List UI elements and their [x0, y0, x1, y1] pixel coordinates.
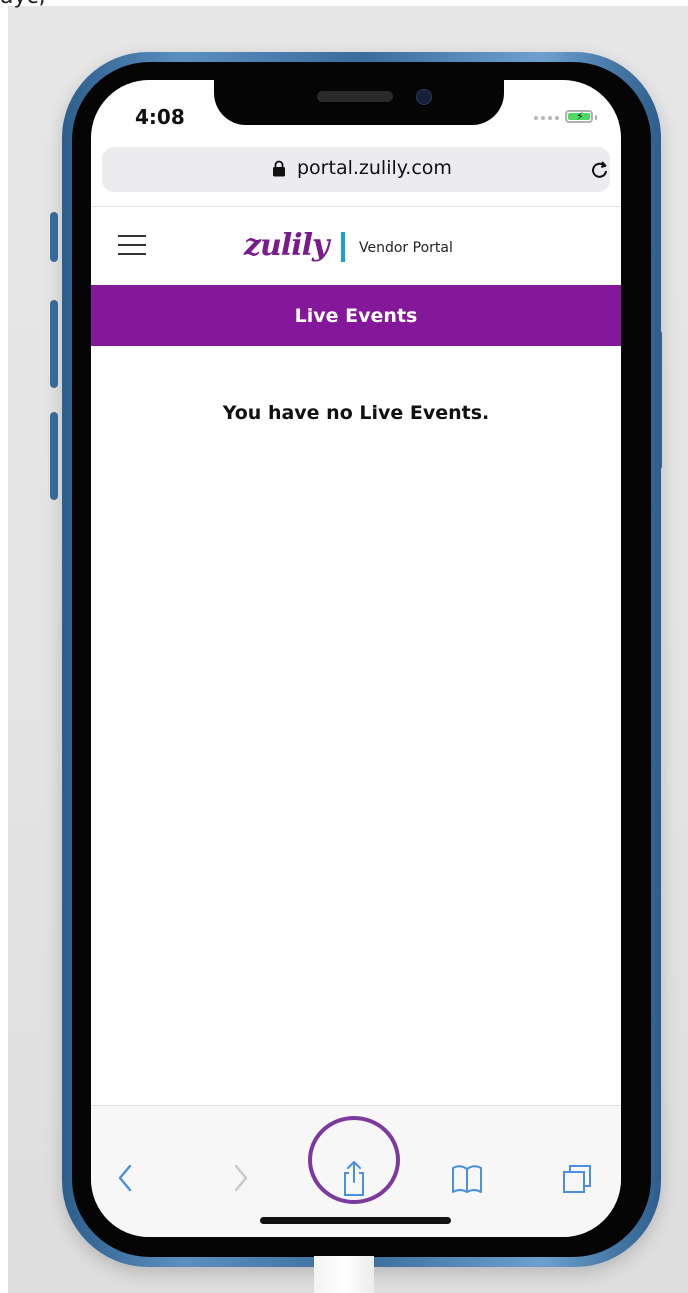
volume-down-button	[50, 412, 58, 500]
top-cut-text: ayc,	[0, 0, 46, 9]
battery-icon: ⚡	[565, 110, 593, 123]
portal-label: Vendor Portal	[359, 240, 453, 256]
lock-icon	[273, 160, 285, 177]
home-indicator[interactable]	[260, 1217, 451, 1224]
empty-state-message: You have no Live Events.	[222, 402, 490, 424]
logo-divider	[341, 232, 345, 262]
speaker-grille	[317, 91, 393, 102]
phone-screen: 4:08 ⚡ portal.zulily.com zulily Vendor P…	[91, 80, 621, 1237]
charging-cable	[314, 1256, 374, 1293]
tabs-icon[interactable]	[561, 1158, 595, 1198]
battery-tip	[595, 115, 597, 120]
back-icon[interactable]	[111, 1158, 145, 1198]
url-text[interactable]: portal.zulily.com	[297, 157, 452, 179]
address-bar[interactable]: portal.zulily.com	[102, 147, 610, 192]
notch	[214, 80, 504, 125]
volume-up-button	[50, 300, 58, 388]
banner-title: Live Events	[294, 304, 418, 327]
front-camera	[416, 89, 432, 105]
site-header: zulily Vendor Portal	[91, 206, 621, 289]
bookmarks-icon[interactable]	[450, 1158, 484, 1198]
mute-switch	[50, 212, 58, 262]
status-time: 4:08	[135, 105, 185, 129]
reload-icon[interactable]	[589, 159, 611, 181]
hamburger-menu-icon[interactable]	[118, 235, 146, 259]
signal-icon	[534, 116, 559, 120]
forward-icon[interactable]	[223, 1158, 257, 1198]
share-highlight-circle	[308, 1116, 400, 1204]
page-banner: Live Events	[91, 285, 621, 346]
zulily-logo[interactable]: zulily	[244, 228, 329, 263]
